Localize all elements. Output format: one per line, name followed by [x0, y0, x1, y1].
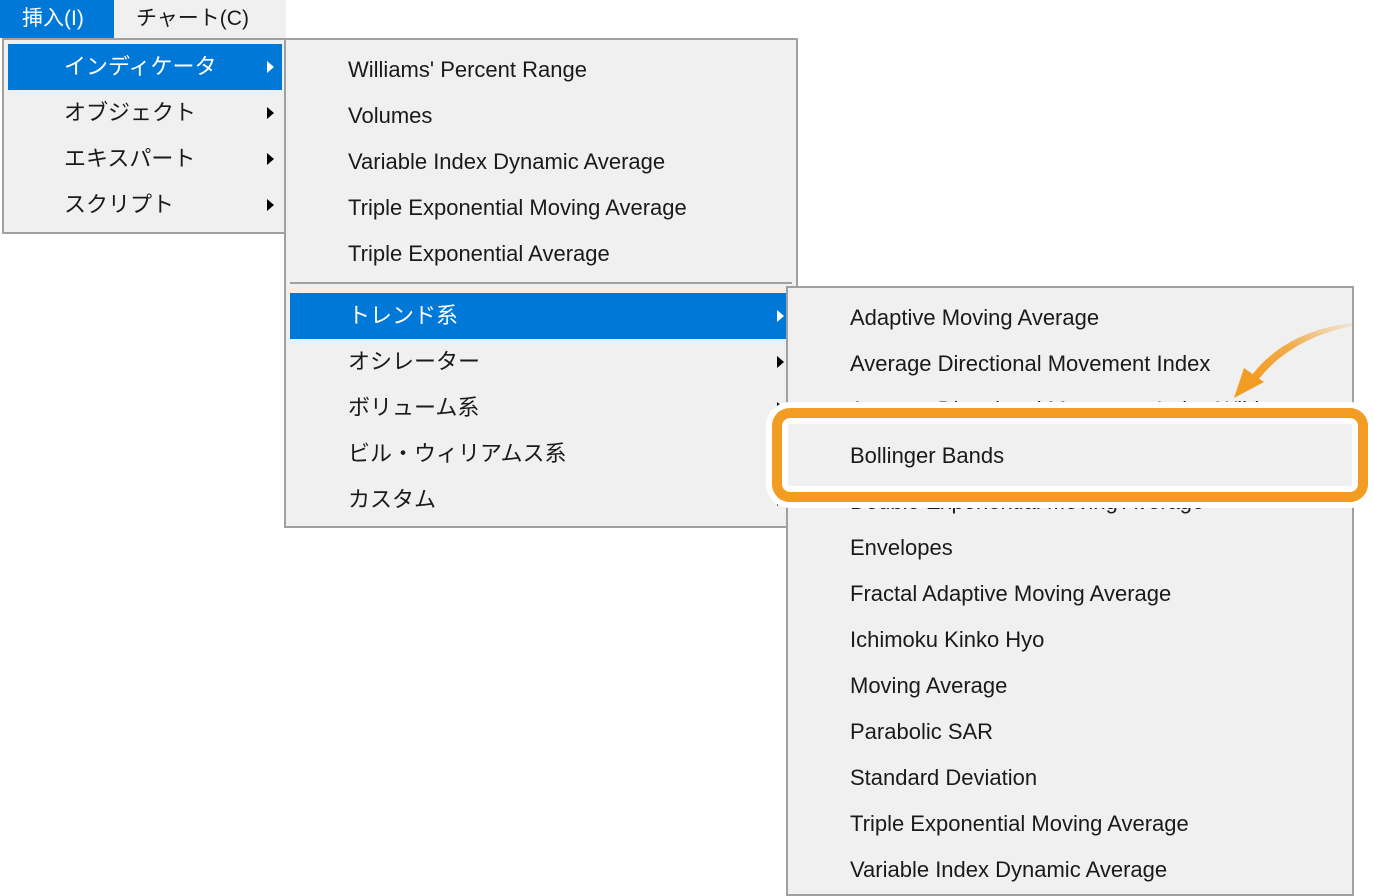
submenu-arrow-icon — [777, 310, 784, 322]
menu-item-label: Volumes — [348, 103, 433, 128]
menu-item-parabolic-sar[interactable]: Parabolic SAR — [792, 709, 1348, 755]
menu-item-label: Variable Index Dynamic Average — [348, 149, 666, 174]
submenu-arrow-icon — [267, 199, 274, 211]
menu-item-label: Triple Exponential Average — [348, 241, 610, 266]
menu-item-adaptive-moving-average[interactable]: Adaptive Moving Average — [792, 295, 1348, 341]
menu-item-adx-wilder[interactable]: Average Directional Movement Index Wilde… — [792, 387, 1348, 433]
menu-item-bill-williams[interactable]: ビル・ウィリアムス系 — [290, 431, 792, 477]
menu-item-objects[interactable]: オブジェクト — [8, 90, 282, 136]
menu-bar: 挿入(I) チャート(C) — [0, 0, 286, 38]
menu-item-label: Average Directional Movement Index — [850, 351, 1211, 376]
menu-item-label: Williams' Percent Range — [348, 57, 587, 82]
indicators-menu: Williams' Percent Range Volumes Variable… — [284, 38, 798, 528]
menu-item-frama[interactable]: Fractal Adaptive Moving Average — [792, 571, 1348, 617]
menu-item-label: Parabolic SAR — [850, 719, 994, 744]
menu-item-moving-average[interactable]: Moving Average — [792, 663, 1348, 709]
menu-item-ichimoku[interactable]: Ichimoku Kinko Hyo — [792, 617, 1348, 663]
menu-item-label: エキスパート — [64, 146, 196, 171]
menu-item-label: ボリューム系 — [348, 395, 480, 420]
menu-item-label: Fractal Adaptive Moving Average — [850, 581, 1172, 606]
menu-item-variable-index-dynamic-average[interactable]: Variable Index Dynamic Average — [290, 139, 792, 185]
menubar-chart[interactable]: チャート(C) — [114, 0, 271, 38]
submenu-arrow-icon — [777, 402, 784, 414]
menu-item-experts[interactable]: エキスパート — [8, 136, 282, 182]
menu-item-custom[interactable]: カスタム — [290, 477, 792, 523]
menu-item-label: Envelopes — [850, 535, 953, 560]
insert-menu: インディケータ オブジェクト エキスパート スクリプト — [2, 38, 288, 234]
menu-item-triple-exponential-average[interactable]: Triple Exponential Average — [290, 231, 792, 277]
submenu-arrow-icon — [777, 494, 784, 506]
menu-item-adx[interactable]: Average Directional Movement Index — [792, 341, 1348, 387]
submenu-arrow-icon — [267, 107, 274, 119]
submenu-arrow-icon — [267, 153, 274, 165]
menu-item-oscillators[interactable]: オシレーター — [290, 339, 792, 385]
menu-item-indicators[interactable]: インディケータ — [8, 44, 282, 90]
menu-item-scripts[interactable]: スクリプト — [8, 182, 282, 228]
submenu-arrow-icon — [777, 356, 784, 368]
submenu-arrow-icon — [777, 448, 784, 460]
menu-item-standard-deviation[interactable]: Standard Deviation — [792, 755, 1348, 801]
menu-item-williams-percent-range[interactable]: Williams' Percent Range — [290, 47, 792, 93]
menu-item-triple-exponential-moving-average[interactable]: Triple Exponential Moving Average — [290, 185, 792, 231]
menubar-insert[interactable]: 挿入(I) — [0, 0, 114, 38]
menu-item-volume[interactable]: ボリューム系 — [290, 385, 792, 431]
menu-item-label: Ichimoku Kinko Hyo — [850, 627, 1045, 652]
menu-item-envelopes[interactable]: Envelopes — [792, 525, 1348, 571]
menu-item-dema[interactable]: Double Exponential Moving Average — [792, 479, 1348, 525]
menu-item-volumes[interactable]: Volumes — [290, 93, 792, 139]
menu-item-label: Variable Index Dynamic Average — [850, 857, 1168, 882]
menu-item-label: Standard Deviation — [850, 765, 1038, 790]
menu-item-label: Triple Exponential Moving Average — [348, 195, 687, 220]
menu-separator — [290, 282, 792, 284]
trend-menu: Adaptive Moving Average Average Directio… — [786, 286, 1354, 896]
menu-item-tema[interactable]: Triple Exponential Moving Average — [792, 801, 1348, 847]
menu-item-label: スクリプト — [64, 192, 175, 217]
menu-item-label: オシレーター — [348, 349, 481, 374]
menu-item-label: Moving Average — [850, 673, 1008, 698]
menu-item-bollinger-bands[interactable]: Bollinger Bands — [792, 433, 1348, 479]
menu-item-trend[interactable]: トレンド系 — [290, 293, 792, 339]
submenu-arrow-icon — [267, 61, 274, 73]
menu-item-label: ビル・ウィリアムス系 — [348, 441, 567, 466]
menu-item-label: Double Exponential Moving Average — [850, 489, 1205, 514]
menu-item-label: Triple Exponential Moving Average — [850, 811, 1189, 836]
menu-item-label: インディケータ — [64, 54, 217, 79]
menu-item-label: カスタム — [348, 487, 437, 512]
menu-item-label: Bollinger Bands — [850, 443, 1005, 468]
menu-item-label: トレンド系 — [348, 303, 459, 328]
menu-item-vidya[interactable]: Variable Index Dynamic Average — [792, 847, 1348, 893]
menu-item-label: Adaptive Moving Average — [850, 305, 1100, 330]
menu-item-label: Average Directional Movement Index Wilde… — [850, 397, 1279, 422]
menu-item-label: オブジェクト — [64, 100, 197, 125]
